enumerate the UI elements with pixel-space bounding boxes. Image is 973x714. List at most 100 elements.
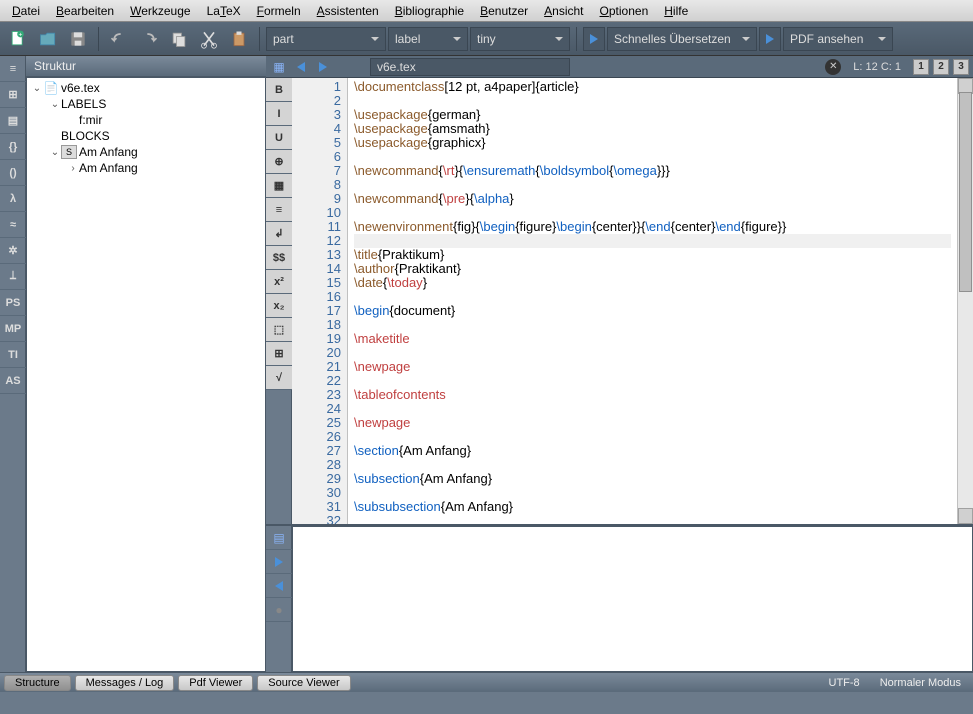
left-tool-2[interactable]: ▤ xyxy=(0,108,26,134)
toggle-panel-button[interactable]: ▦ xyxy=(270,58,288,76)
menu-assistenten[interactable]: Assistenten xyxy=(309,2,387,20)
up-icon[interactable] xyxy=(266,574,292,598)
bottom-iconbar: ▤ ● xyxy=(266,526,292,672)
file-icon: 📄 xyxy=(43,81,59,95)
copy-button[interactable] xyxy=(165,25,193,53)
tree-toggle-icon[interactable]: ⌄ xyxy=(49,147,61,158)
new-file-button[interactable]: + xyxy=(4,25,32,53)
scrollbar-thumb[interactable] xyxy=(959,92,972,292)
statusbar: Structure Messages / Log Pdf Viewer Sour… xyxy=(0,672,973,692)
tree-toggle-icon[interactable]: ⌄ xyxy=(49,99,61,110)
redo-button[interactable] xyxy=(135,25,163,53)
prev-file-button[interactable] xyxy=(292,58,310,76)
menu-bearbeiten[interactable]: Bearbeiten xyxy=(48,2,122,20)
left-tool-0[interactable]: ≡ xyxy=(0,56,26,82)
left-tool-1[interactable]: ⊞ xyxy=(0,82,26,108)
left-tool-6[interactable]: ≈ xyxy=(0,212,26,238)
tree-toggle-icon[interactable]: › xyxy=(67,163,79,174)
message-log-area[interactable] xyxy=(292,526,973,672)
editor-tool-8[interactable]: x² xyxy=(266,270,292,294)
structure-tree[interactable]: ⌄ 📄 v6e.tex ⌄ LABELS f:mir BLOCKS xyxy=(26,77,266,672)
file-selector-combo[interactable]: v6e.tex xyxy=(370,58,570,76)
menu-latex[interactable]: LaTeX xyxy=(199,2,249,20)
view-pdf-button[interactable] xyxy=(759,27,781,51)
open-file-button[interactable] xyxy=(34,25,62,53)
editor-tool-11[interactable]: ⊞ xyxy=(266,342,292,366)
bookmark-2[interactable]: 2 xyxy=(933,59,949,75)
left-tool-7[interactable]: ✲ xyxy=(0,238,26,264)
mode-label: Normaler Modus xyxy=(872,677,969,689)
tree-root[interactable]: ⌄ 📄 v6e.tex xyxy=(29,80,263,96)
menu-optionen[interactable]: Optionen xyxy=(592,2,657,20)
sectioning-combo[interactable]: part xyxy=(266,27,386,51)
code-content[interactable]: \documentclass[12 pt, a4paper]{article}\… xyxy=(348,78,957,524)
left-tool-4[interactable]: () xyxy=(0,160,26,186)
tab-messages[interactable]: Messages / Log xyxy=(75,675,175,691)
menu-hilfe[interactable]: Hilfe xyxy=(656,2,696,20)
undo-button[interactable] xyxy=(105,25,133,53)
structure-header: Struktur xyxy=(26,56,266,77)
editor-area: ▦ v6e.tex ✕ L: 12 C: 1 1 2 3 BIU⊕▦≡↲$$x²… xyxy=(266,56,973,672)
vertical-scrollbar[interactable] xyxy=(957,78,973,524)
tree-section[interactable]: ⌄ S Am Anfang xyxy=(47,144,263,160)
editor-tool-5[interactable]: ≡ xyxy=(266,198,292,222)
paste-button[interactable] xyxy=(225,25,253,53)
tree-label-item[interactable]: f:mir xyxy=(65,112,263,128)
main-toolbar: + part label tiny Schnelles Übersetzen P… xyxy=(0,22,973,56)
editor-tool-2[interactable]: U xyxy=(266,126,292,150)
editor-tool-7[interactable]: $$ xyxy=(266,246,292,270)
editor-tool-1[interactable]: I xyxy=(266,102,292,126)
line-number-gutter: 1234567891011121314151617181920212223242… xyxy=(292,78,348,524)
close-file-button[interactable]: ✕ xyxy=(825,59,841,75)
tree-toggle-icon[interactable]: ⌄ xyxy=(31,83,43,94)
tree-labels-label: LABELS xyxy=(61,97,106,111)
label-combo[interactable]: label xyxy=(388,27,468,51)
bookmark-3[interactable]: 3 xyxy=(953,59,969,75)
bookmark-1[interactable]: 1 xyxy=(913,59,929,75)
size-combo[interactable]: tiny xyxy=(470,27,570,51)
tree-subsection-label: Am Anfang xyxy=(79,161,138,175)
down-icon[interactable] xyxy=(266,550,292,574)
left-tool-11[interactable]: TI xyxy=(0,342,26,368)
left-tool-9[interactable]: PS xyxy=(0,290,26,316)
left-tool-8[interactable]: ⟘ xyxy=(0,264,26,290)
left-tool-3[interactable]: {} xyxy=(0,134,26,160)
svg-text:+: + xyxy=(19,31,23,38)
tree-labels[interactable]: ⌄ LABELS xyxy=(47,96,263,112)
log-toggle-icon[interactable]: ▤ xyxy=(266,526,292,550)
save-file-button[interactable] xyxy=(64,25,92,53)
structure-sidebar: Struktur ⌄ 📄 v6e.tex ⌄ LABELS f:mir xyxy=(26,56,266,672)
left-tool-10[interactable]: MP xyxy=(0,316,26,342)
stop-icon[interactable]: ● xyxy=(266,598,292,622)
quick-compile-combo[interactable]: Schnelles Übersetzen xyxy=(607,27,757,51)
left-tool-12[interactable]: AS xyxy=(0,368,26,394)
cut-button[interactable] xyxy=(195,25,223,53)
menu-werkzeuge[interactable]: Werkzeuge xyxy=(122,2,198,20)
code-editor[interactable]: 1234567891011121314151617181920212223242… xyxy=(292,78,973,524)
quick-compile-button[interactable] xyxy=(583,27,605,51)
tree-subsection[interactable]: › Am Anfang xyxy=(65,160,263,176)
editor-tool-9[interactable]: x₂ xyxy=(266,294,292,318)
menu-bibliographie[interactable]: Bibliographie xyxy=(387,2,472,20)
tree-blocks[interactable]: BLOCKS xyxy=(47,128,263,144)
tree-section-label: Am Anfang xyxy=(79,145,138,159)
editor-tabbar: ▦ v6e.tex ✕ L: 12 C: 1 1 2 3 xyxy=(266,56,973,78)
menu-datei[interactable]: Datei xyxy=(4,2,48,20)
cursor-position: L: 12 C: 1 xyxy=(845,61,909,73)
view-pdf-combo[interactable]: PDF ansehen xyxy=(783,27,893,51)
editor-tool-6[interactable]: ↲ xyxy=(266,222,292,246)
editor-tool-12[interactable]: √ xyxy=(266,366,292,390)
editor-tool-10[interactable]: ⬚ xyxy=(266,318,292,342)
editor-tool-4[interactable]: ▦ xyxy=(266,174,292,198)
left-tool-5[interactable]: λ xyxy=(0,186,26,212)
editor-tool-3[interactable]: ⊕ xyxy=(266,150,292,174)
tab-structure[interactable]: Structure xyxy=(4,675,71,691)
menu-formeln[interactable]: Formeln xyxy=(249,2,309,20)
editor-tool-0[interactable]: B xyxy=(266,78,292,102)
tab-sourceviewer[interactable]: Source Viewer xyxy=(257,675,350,691)
next-file-button[interactable] xyxy=(314,58,332,76)
menu-benutzer[interactable]: Benutzer xyxy=(472,2,536,20)
tab-pdfviewer[interactable]: Pdf Viewer xyxy=(178,675,253,691)
menu-ansicht[interactable]: Ansicht xyxy=(536,2,591,20)
menubar: Datei Bearbeiten Werkzeuge LaTeX Formeln… xyxy=(0,0,973,22)
